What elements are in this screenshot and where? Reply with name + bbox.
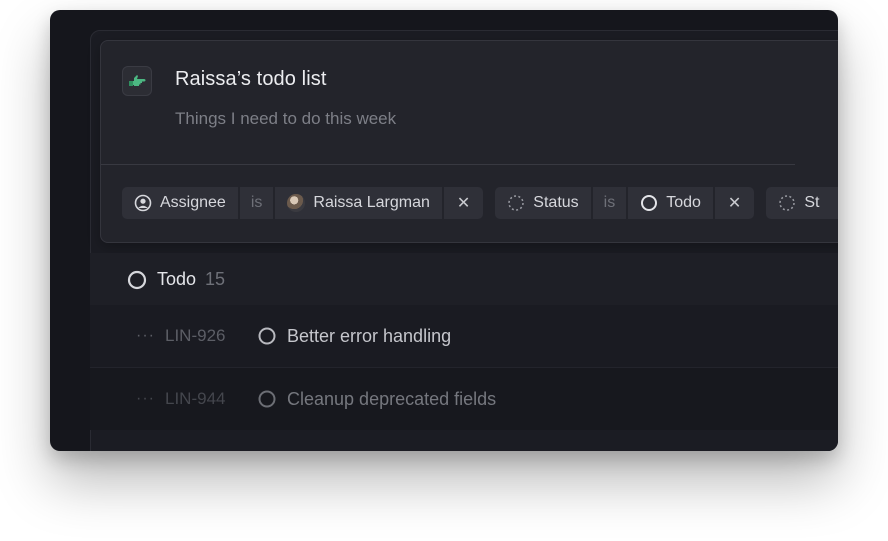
- status-dashed-icon: [508, 195, 525, 211]
- filter-operator-button[interactable]: is: [239, 187, 274, 219]
- status-dashed-icon: [779, 195, 796, 211]
- list-header-card: Raissa’s todo list Things I need to do t…: [100, 40, 838, 243]
- list-emoji-button[interactable]: [122, 66, 152, 96]
- circle-outline-icon: [258, 327, 276, 345]
- filter-value-label: Raissa Largman: [313, 194, 430, 211]
- filter-chip-partial: St: [766, 187, 838, 219]
- filter-field-button[interactable]: St: [766, 187, 838, 219]
- filter-field-button[interactable]: Assignee: [122, 187, 238, 219]
- filter-operator-button[interactable]: is: [592, 187, 627, 219]
- status-button[interactable]: [257, 326, 277, 346]
- filter-field-label: Status: [533, 194, 579, 211]
- filter-value-button[interactable]: Todo: [628, 187, 713, 219]
- remove-filter-button[interactable]: ✕: [443, 187, 484, 219]
- pointing-hand-icon: [129, 75, 146, 86]
- remove-filter-button[interactable]: ✕: [714, 187, 755, 219]
- issue-id: LIN-944: [165, 389, 226, 408]
- filter-bar: Assignee is Raissa Largman ✕ Status is T…: [122, 187, 838, 219]
- issue-title: Cleanup deprecated fields: [287, 388, 497, 409]
- issue-title: Better error handling: [287, 325, 452, 346]
- issue-row[interactable]: ··· LIN-944 Cleanup deprecated fields: [90, 368, 838, 430]
- list-title[interactable]: Raissa’s todo list: [175, 68, 327, 91]
- filter-field-label: St: [804, 194, 820, 211]
- more-options-icon[interactable]: ···: [136, 390, 155, 408]
- group-name: Todo: [157, 269, 197, 289]
- circle-outline-icon: [258, 390, 276, 408]
- circle-outline-icon: [127, 270, 147, 289]
- divider: [101, 164, 795, 165]
- issue-id: LIN-926: [165, 326, 226, 345]
- filter-field-label: Assignee: [160, 194, 226, 211]
- app-window: Raissa’s todo list Things I need to do t…: [50, 10, 838, 451]
- filter-field-button[interactable]: Status: [495, 187, 591, 219]
- status-button[interactable]: [257, 389, 277, 409]
- list-description[interactable]: Things I need to do this week: [175, 109, 396, 129]
- more-options-icon[interactable]: ···: [136, 327, 155, 345]
- group-count: 15: [205, 269, 226, 289]
- filter-value-button[interactable]: Raissa Largman: [275, 187, 442, 219]
- user-circle-icon: [134, 194, 152, 212]
- circle-outline-icon: [641, 195, 658, 211]
- issue-row[interactable]: ··· LIN-926 Better error handling: [90, 305, 838, 368]
- avatar: [287, 194, 306, 212]
- filter-chip-assignee: Assignee is Raissa Largman ✕: [122, 187, 484, 219]
- filter-chip-status: Status is Todo ✕: [495, 187, 755, 219]
- group-label: Todo 15: [127, 269, 225, 290]
- filter-value-label: Todo: [666, 194, 701, 211]
